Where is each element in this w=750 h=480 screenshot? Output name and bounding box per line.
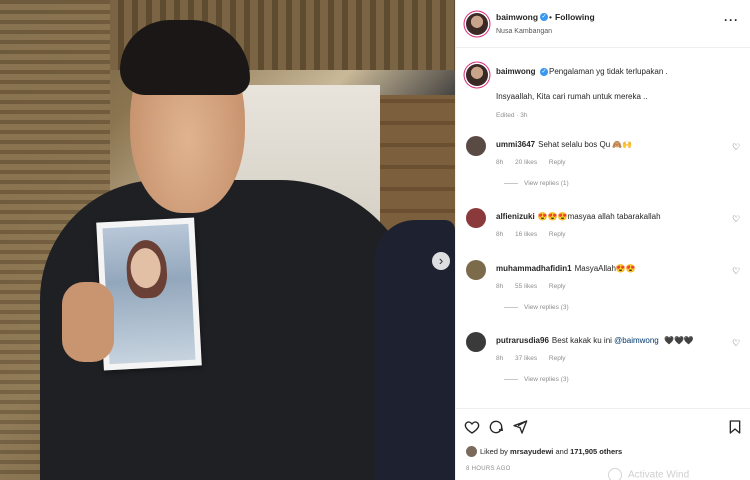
comment-likes[interactable]: 20 likes (515, 159, 537, 166)
comment-username[interactable]: muhammadhafidin1 (496, 264, 572, 273)
comment-likes[interactable]: 16 likes (515, 231, 537, 238)
comment-time: 8h (496, 355, 504, 362)
caption-meta: Edited · 3h (496, 112, 528, 119)
comment-likes[interactable]: 37 likes (515, 355, 537, 362)
verified-badge-icon: ✓ (540, 13, 548, 21)
comment-mention[interactable]: @baimwong (614, 336, 659, 345)
comment-text: 😍😍😍masyaa allah tabarakallah (537, 212, 661, 221)
post-time-ago: 8 HOURS AGO (466, 466, 511, 472)
heart-icon[interactable]: ♡ (732, 266, 740, 277)
activate-windows-watermark: Activate Wind (608, 468, 689, 480)
comment-text: Best kakak ku ini (551, 336, 612, 345)
action-bar (456, 408, 750, 444)
more-options-icon[interactable]: ··· (724, 13, 739, 27)
comment-line: muhammadhafidin1 MasyaAllah😍😍 (496, 264, 636, 273)
likes-prefix: Liked by (480, 447, 508, 456)
comment-item: muhammadhafidin1 MasyaAllah😍😍 8h 55 likes… (456, 260, 750, 324)
post-photo: › (0, 0, 455, 480)
avatar[interactable] (466, 64, 488, 86)
comment-icon[interactable] (488, 419, 504, 435)
post-caption: baimwong ✓ Pengalaman yg tidak terlupaka… (456, 60, 750, 130)
comment-line: alfienizuki 😍😍😍masyaa allah tabarakallah (496, 212, 661, 221)
heart-icon[interactable]: ♡ (732, 214, 740, 225)
heart-icon[interactable] (464, 419, 480, 435)
header-username[interactable]: baimwong (496, 12, 538, 22)
avatar[interactable] (466, 136, 486, 156)
caption-text-line1: Pengalaman yg tidak terlupakan . (549, 67, 668, 76)
comment-item: ummi3647 Sehat selalu bos Qu 🙈🙌 8h 20 lik… (456, 136, 750, 200)
verified-badge-icon: ✓ (540, 68, 548, 76)
comment-username[interactable]: putrarusdia96 (496, 336, 549, 345)
reply-button[interactable]: Reply (549, 355, 566, 362)
comment-likes[interactable]: 55 likes (515, 283, 537, 290)
avatar[interactable] (466, 446, 477, 457)
reply-button[interactable]: Reply (549, 159, 566, 166)
reply-button[interactable]: Reply (549, 283, 566, 290)
likes-and: and (555, 447, 568, 456)
avatar[interactable] (466, 260, 486, 280)
caption-text-line2: Insyaallah, Kita cari rumah untuk mereka… (496, 92, 648, 101)
comment-text: MasyaAllah😍😍 (574, 264, 636, 273)
post-side-panel: baimwong ✓ • Following Nusa Kambangan ··… (455, 0, 750, 480)
comment-meta: 8h 37 likes Reply (496, 355, 576, 362)
hand (62, 282, 114, 362)
likes-count-link[interactable]: 171,905 others (570, 447, 622, 456)
likes-user-link[interactable]: mrsayudewi (510, 447, 553, 456)
comment-meta: 8h 55 likes Reply (496, 283, 576, 290)
separator-dot: • (549, 12, 552, 22)
comment-username[interactable]: ummi3647 (496, 140, 535, 149)
likes-text: Liked by mrsayudewi and 171,905 others (480, 447, 622, 456)
watermark-text: Activate Wind (628, 469, 690, 480)
comment-line: ummi3647 Sehat selalu bos Qu 🙈🙌 (496, 140, 632, 149)
comment-meta: 8h 16 likes Reply (496, 231, 576, 238)
comment-time: 8h (496, 283, 504, 290)
reply-button[interactable]: Reply (549, 231, 566, 238)
chevron-right-icon[interactable]: › (432, 252, 450, 270)
likes-summary: Liked by mrsayudewi and 171,905 others (466, 444, 746, 460)
caption-username[interactable]: baimwong (496, 67, 536, 76)
comment-text-after: 🖤🖤🖤 (664, 336, 694, 345)
view-replies-button[interactable]: View replies (1) (504, 180, 569, 187)
comment-text: Sehat selalu bos Qu 🙈🙌 (538, 140, 633, 149)
comment-username[interactable]: alfienizuki (496, 212, 535, 221)
heart-icon[interactable]: ♡ (732, 338, 740, 349)
avatar[interactable] (466, 13, 488, 35)
comments-list[interactable]: baimwong ✓ Pengalaman yg tidak terlupaka… (456, 48, 750, 408)
post-header: baimwong ✓ • Following Nusa Kambangan ··… (456, 0, 750, 48)
avatar[interactable] (466, 332, 486, 352)
location-link[interactable]: Nusa Kambangan (496, 28, 552, 35)
avatar[interactable] (466, 208, 486, 228)
comment-time: 8h (496, 231, 504, 238)
heart-icon[interactable]: ♡ (732, 142, 740, 153)
comment-meta: 8h 20 likes Reply (496, 159, 576, 166)
comment-line: putrarusdia96 Best kakak ku ini @baimwong… (496, 336, 694, 345)
bookmark-icon[interactable] (727, 419, 743, 435)
comment-time: 8h (496, 159, 504, 166)
following-button[interactable]: Following (555, 12, 595, 22)
watermark-logo (608, 468, 622, 480)
view-replies-button[interactable]: View replies (3) (504, 376, 569, 383)
comment-item: putrarusdia96 Best kakak ku ini @baimwong… (456, 332, 750, 396)
share-icon[interactable] (512, 419, 528, 435)
view-replies-button[interactable]: View replies (3) (504, 304, 569, 311)
